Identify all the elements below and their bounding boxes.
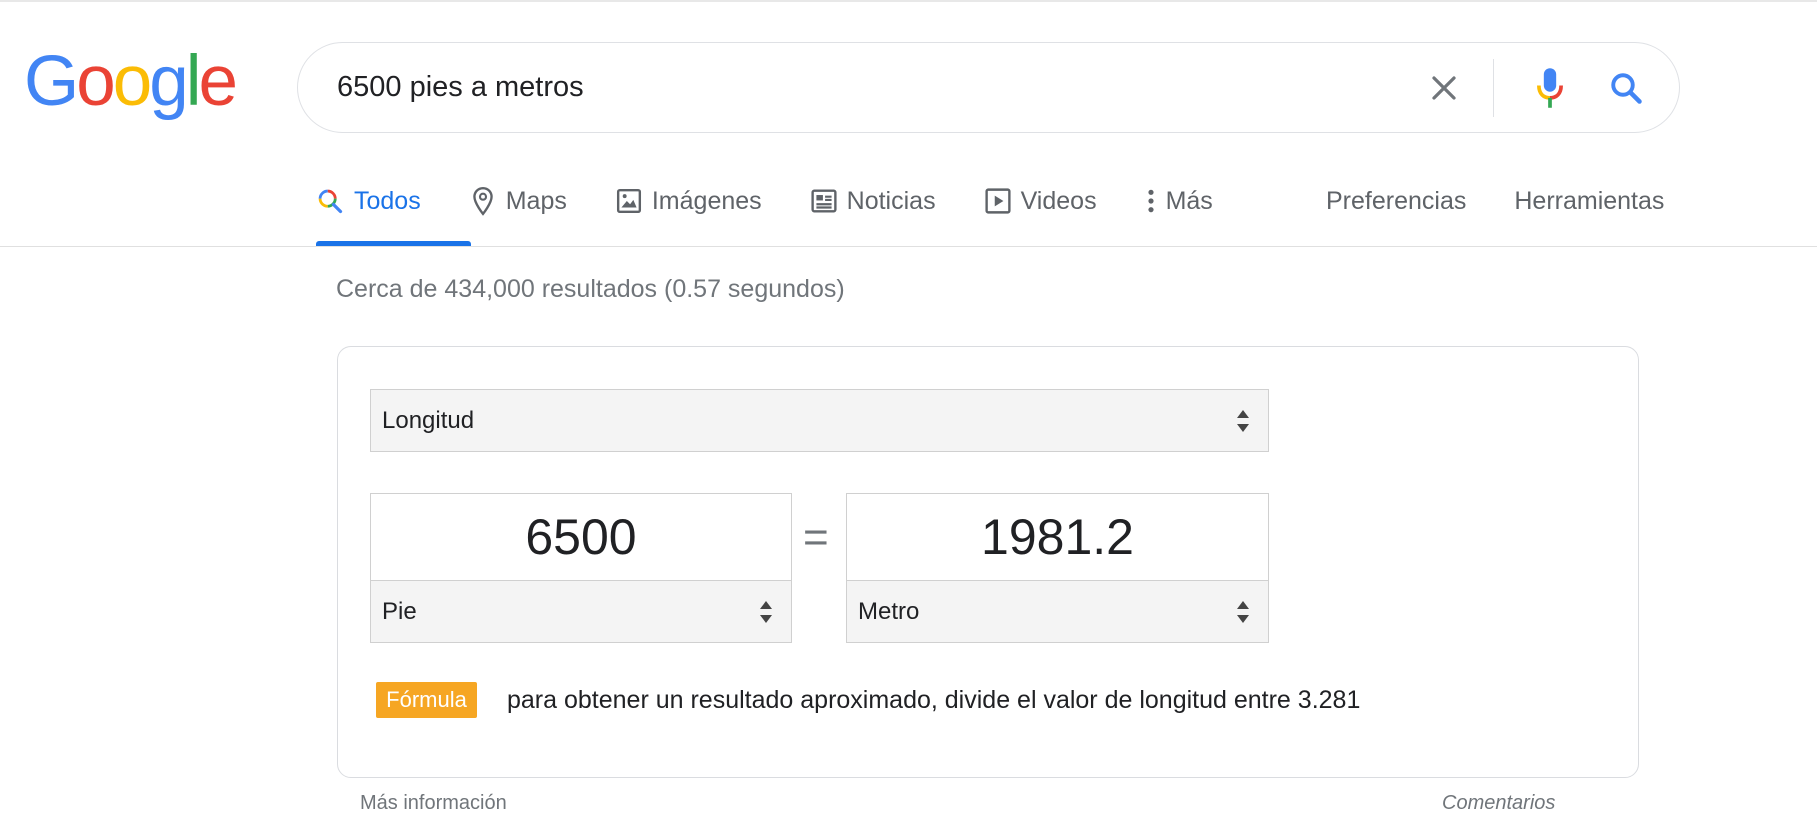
search-button[interactable] [1601,63,1651,113]
tab-videos[interactable]: Videos [985,176,1097,226]
search-icon [316,187,344,215]
search-tabs: Todos Maps Imágenes Noticias Videos Más [316,176,1262,246]
to-value-input[interactable] [847,494,1268,580]
tab-label: Imágenes [651,186,762,215]
to-unit-select[interactable]: Metro [846,580,1269,643]
search-tools: Preferencias Herramientas [1326,176,1664,226]
microphone-icon [1537,68,1563,108]
unit-type-select[interactable]: Longitud [370,389,1269,452]
image-icon [616,188,642,214]
map-pin-icon [470,186,496,216]
search-divider [1493,59,1494,117]
from-value-input[interactable] [371,494,791,580]
play-icon [985,188,1011,214]
select-arrows-icon [1236,409,1250,433]
tabs-divider [0,246,1817,247]
more-vertical-icon [1146,188,1156,214]
from-value-box: Pie [370,493,792,643]
unit-converter-card: Longitud Pie = Metro Fórmula para obtene… [337,346,1639,778]
tab-label: Maps [505,186,567,215]
tab-label: Noticias [846,186,936,215]
voice-search-button[interactable] [1525,63,1575,113]
more-info-link[interactable]: Más información [360,792,507,815]
select-arrows-icon [759,600,773,624]
from-unit-select[interactable]: Pie [370,580,792,643]
tab-maps[interactable]: Maps [470,176,567,226]
search-icon [1611,73,1642,104]
to-value-box: Metro [846,493,1269,643]
search-input[interactable] [337,67,1337,107]
tools-label: Herramientas [1514,186,1665,215]
close-icon [1432,76,1456,100]
preferences-label: Preferencias [1326,186,1467,215]
tab-imagenes[interactable]: Imágenes [616,176,762,226]
tab-noticias[interactable]: Noticias [811,176,936,226]
formula-text: para obtener un resultado aproximado, di… [507,686,1361,714]
to-unit-value: Metro [858,597,920,625]
feedback-link[interactable]: Comentarios [1442,792,1555,815]
formula-badge: Fórmula [376,682,477,718]
news-icon [811,189,837,213]
google-logo[interactable]: Google [24,46,238,117]
tab-todos[interactable]: Todos [316,176,421,226]
tools-link[interactable]: Herramientas [1514,176,1664,226]
search-box [297,42,1680,133]
result-stats: Cerca de 434,000 resultados (0.57 segund… [336,275,845,303]
preferences-link[interactable]: Preferencias [1326,176,1466,226]
from-unit-value: Pie [382,597,417,625]
tab-mas[interactable]: Más [1146,176,1213,226]
unit-type-value: Longitud [382,406,475,434]
select-arrows-icon [1236,600,1250,624]
tab-label: Videos [1020,186,1097,215]
clear-search-button[interactable] [1424,68,1464,108]
top-border [0,0,1817,2]
tab-label: Más [1165,186,1213,215]
tab-label: Todos [354,186,421,215]
equals-sign: = [803,513,829,562]
